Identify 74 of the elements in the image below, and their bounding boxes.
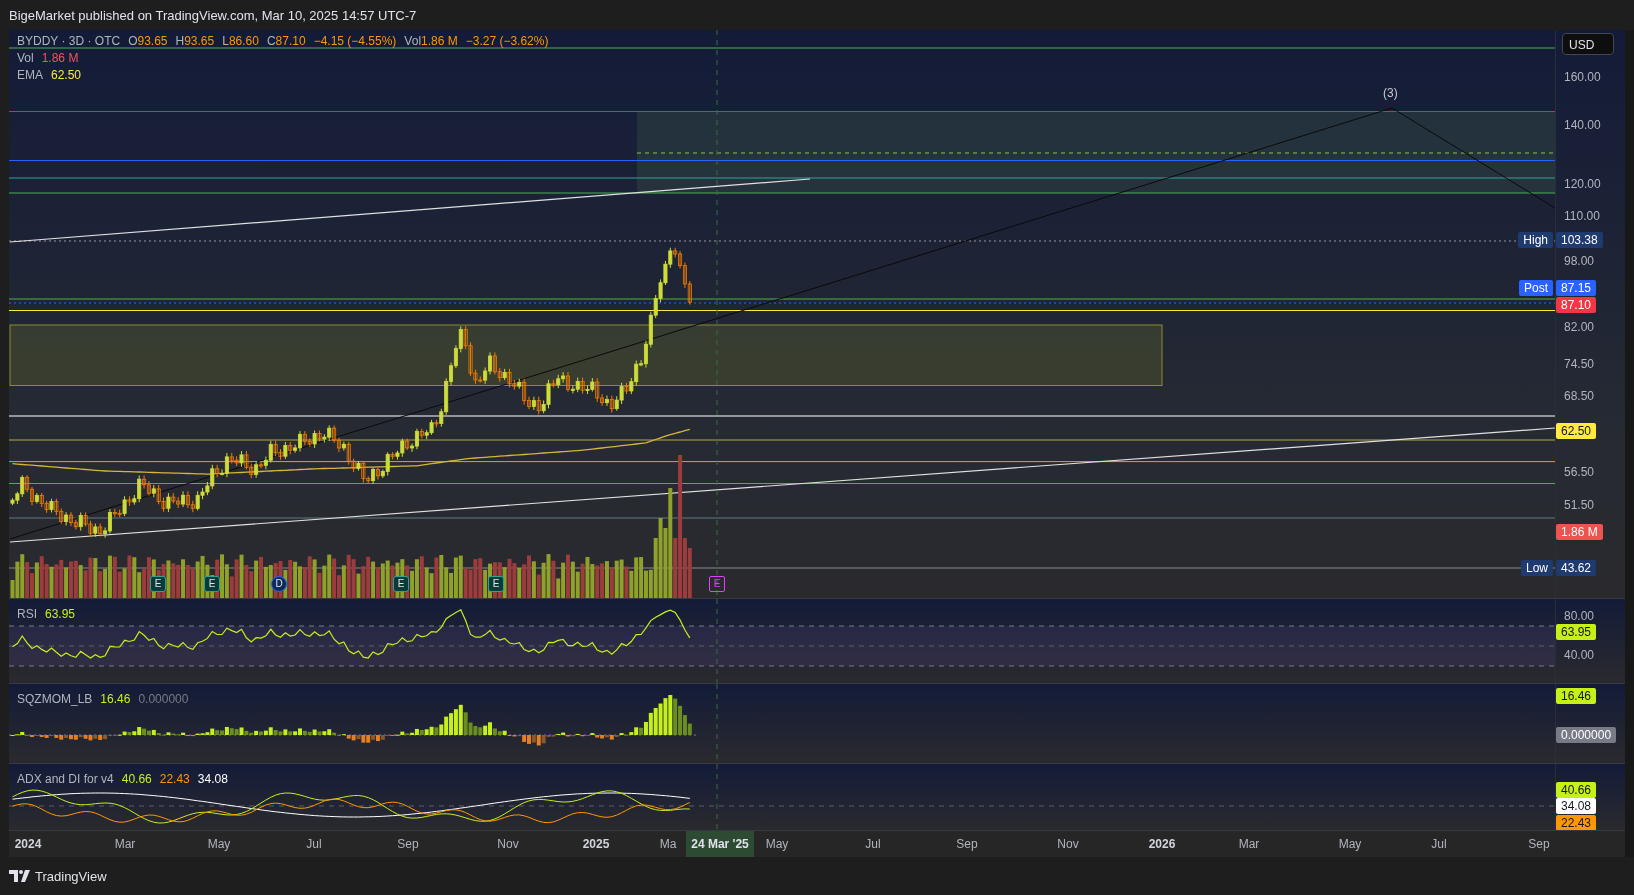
time-label: Jul [1431, 837, 1447, 851]
time-label: Sep [397, 837, 419, 851]
study-name[interactable]: Vol [17, 50, 34, 67]
price-tag: 62.50 [1556, 423, 1597, 439]
ohlc-value: O93.65 [128, 33, 168, 50]
price-label: 82.00 [1564, 319, 1595, 335]
price-tag-label: Low [1521, 560, 1553, 576]
indicator-name[interactable]: SQZMOM_LB [17, 692, 93, 706]
axis-label: 40.00 [1564, 647, 1595, 663]
price-tag: 1.86 M [1556, 524, 1603, 540]
volume-change: −3.27 (−3.62%) [465, 33, 549, 50]
time-label: Nov [1057, 837, 1079, 851]
time-label: 2024 [14, 837, 42, 851]
price-label: 98.00 [1564, 253, 1595, 269]
time-label: Nov [497, 837, 519, 851]
indicator-name[interactable]: ADX and DI for v4 [17, 772, 114, 786]
price-label: 120.00 [1564, 176, 1601, 192]
study-name[interactable]: EMA [17, 67, 43, 84]
indicator-value: 0.000000 [138, 692, 189, 706]
ohlc-value: H93.65 [175, 33, 215, 50]
price-tag: 43.62 [1556, 560, 1597, 576]
study-value: 62.50 [51, 67, 82, 84]
time-label: May [765, 837, 789, 851]
brand-name: TradingView [35, 868, 107, 884]
ohlc-value: L86.60 [222, 33, 259, 50]
indicator-value: 63.95 [45, 607, 76, 621]
value-tag: 0.000000 [1556, 727, 1617, 743]
time-label: 2026 [1148, 837, 1176, 851]
price-label: 51.50 [1564, 497, 1595, 513]
price-label: 56.50 [1564, 464, 1595, 480]
price-tag-label: Post [1519, 280, 1553, 296]
time-label: Sep [956, 837, 978, 851]
study-value: 1.86 M [41, 50, 79, 67]
currency-button[interactable]: USD [1562, 33, 1614, 55]
price-tag: 103.38 [1556, 232, 1603, 248]
symbol-label: BYDDY · 3D · OTC [17, 33, 121, 50]
wave-label: (3) [1383, 86, 1398, 100]
value-tag: 63.95 [1556, 624, 1597, 640]
price-tag: 87.15 [1556, 280, 1597, 296]
indicator-value: 34.08 [197, 772, 228, 786]
indicator-value: 22.43 [159, 772, 190, 786]
price-label: 110.00 [1564, 208, 1600, 224]
ohlc-value: C87.10 [266, 33, 306, 50]
time-label: 2025 [582, 837, 610, 851]
price-tag: 87.10 [1556, 297, 1597, 313]
event-marker[interactable]: E [709, 576, 725, 592]
indicator-value: 16.46 [100, 692, 131, 706]
time-label: Mar [1238, 837, 1260, 851]
axis-label: 80.00 [1564, 608, 1595, 624]
time-label: May [207, 837, 231, 851]
value-tag: 34.08 [1556, 798, 1597, 814]
indicator-value: 40.66 [121, 772, 152, 786]
price-label: 68.50 [1564, 388, 1595, 404]
indicator-name[interactable]: RSI [17, 607, 37, 621]
price-change: −4.15 (−4.55%) [313, 33, 397, 50]
price-label: 74.50 [1564, 356, 1595, 372]
time-label: Sep [1528, 837, 1550, 851]
volume-value: Vol1.86 M [404, 33, 458, 50]
time-label: May [1338, 837, 1362, 851]
price-label: 140.00 [1564, 117, 1601, 133]
crosshair-date-label: 24 Mar '25 [686, 831, 754, 857]
event-marker[interactable]: E [488, 576, 504, 592]
event-marker[interactable]: E [393, 576, 409, 592]
value-tag: 22.43 [1556, 815, 1597, 831]
price-label: 160.00 [1564, 69, 1601, 85]
value-tag: 40.66 [1556, 782, 1597, 798]
price-tag-label: High [1518, 232, 1553, 248]
publish-info: BigeMarket published on TradingView.com, Mar 10, 2025 14:57 UTC-7 [9, 7, 417, 23]
time-label: Jul [865, 837, 881, 851]
time-label: Mar [114, 837, 136, 851]
event-marker[interactable]: E [204, 576, 220, 592]
time-label: Ma [659, 837, 677, 851]
value-tag: 16.46 [1556, 688, 1597, 704]
time-label: Jul [306, 837, 322, 851]
